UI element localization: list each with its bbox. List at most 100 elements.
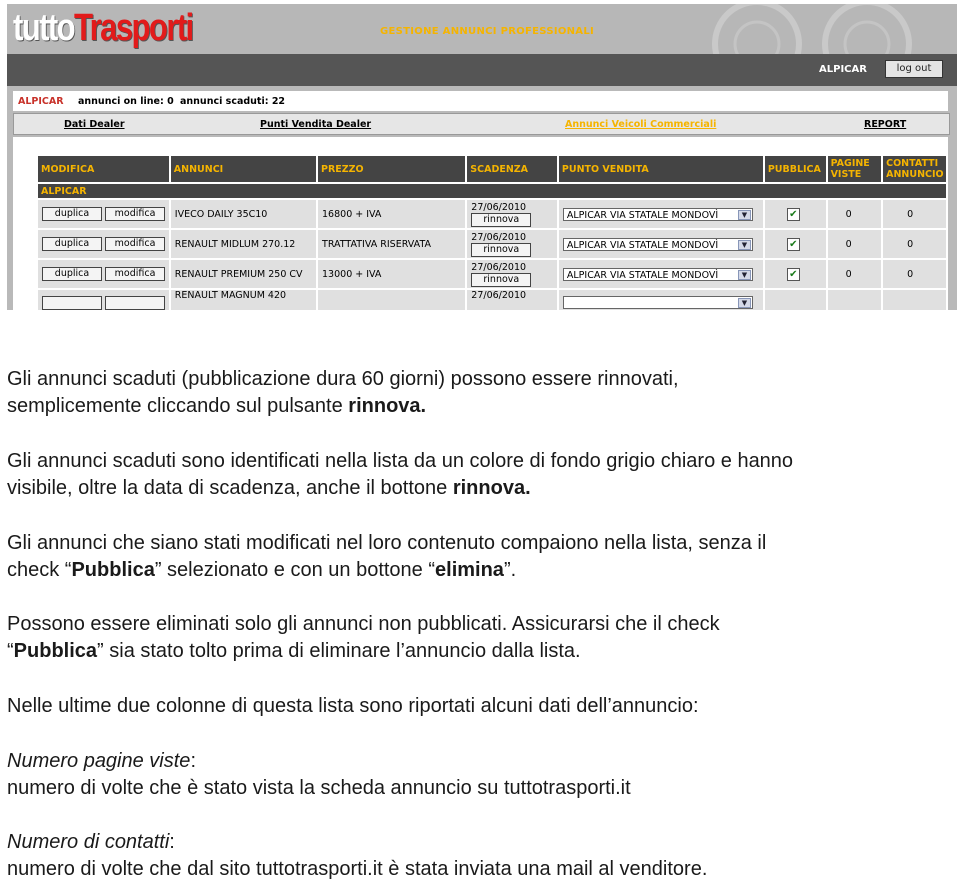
- rinnova-button[interactable]: rinnova: [471, 242, 532, 257]
- info-bar: ALPICAR annunci on line: 0 annunci scadu…: [13, 91, 948, 111]
- annuncio-cell: RENAULT PREMIUM 250 CV: [170, 260, 317, 288]
- text-line: Gli annunci che siano stati modificati n…: [7, 532, 767, 554]
- pubblica-cell: ✔: [764, 200, 826, 228]
- group-row: ALPICAR: [38, 184, 946, 198]
- punto-vendita-value: ALPICAR VIA STATALE MONDOVÌ: [566, 239, 719, 251]
- viste-cell: 0: [827, 260, 882, 288]
- paragraph-eliminati: Possono essere eliminati solo gli annunc…: [7, 611, 957, 665]
- col-scadenza: SCADENZA: [467, 156, 557, 182]
- chevron-down-icon: ▼: [737, 269, 751, 280]
- annuncio-cell: IVECO DAILY 35C10: [170, 200, 317, 228]
- punto-vendita-select[interactable]: ALPICAR VIA STATALE MONDOVÌ ▼: [562, 267, 753, 281]
- col-punto-vendita: PUNTO VENDITA: [558, 156, 763, 182]
- modifica-button[interactable]: modifica: [105, 207, 166, 221]
- paragraph-contatti: Numero di contatti: numero di volte che …: [7, 829, 957, 883]
- nav-dati-dealer[interactable]: Dati Dealer: [64, 119, 125, 130]
- text-line: visibile, oltre la data di scadenza, anc…: [7, 477, 453, 499]
- wheel-decoration-icon: [712, 4, 912, 54]
- contatti-cell: [883, 290, 946, 310]
- dealer-name: ALPICAR: [18, 96, 64, 107]
- text-line: check “: [7, 559, 72, 581]
- contatti-cell: 0: [883, 200, 946, 228]
- actions-cell: [38, 290, 169, 310]
- scadenza-cell: 27/06/2010: [467, 290, 557, 310]
- pubblica-cell: ✔: [764, 260, 826, 288]
- paragraph-colonne: Nelle ultime due colonne di questa lista…: [7, 693, 957, 720]
- punto-vendita-cell: ALPICAR VIA STATALE MONDOVÌ ▼: [558, 200, 763, 228]
- duplica-button[interactable]: duplica: [42, 267, 102, 281]
- scadenza-cell: 27/06/2010 rinnova: [467, 230, 557, 258]
- text-line: ”.: [503, 559, 517, 581]
- username: ALPICAR: [819, 64, 867, 75]
- user-bar: ALPICAR log out: [7, 54, 957, 86]
- prezzo-cell: 16800 + IVA: [318, 200, 466, 228]
- pubblica-checkbox[interactable]: ✔: [786, 267, 800, 281]
- paragraph-pagine-viste: Numero pagine viste: numero di volte che…: [7, 748, 957, 802]
- section-title: GESTIONE ANNUNCI PROFESSIONALI: [380, 26, 595, 37]
- text-line: :: [190, 750, 196, 772]
- chevron-down-icon: ▼: [737, 209, 751, 220]
- screenshot: tuttoTrasporti GESTIONE ANNUNCI PROFESSI…: [7, 4, 957, 310]
- nav-punti-vendita[interactable]: Punti Vendita Dealer: [260, 119, 371, 130]
- rinnova-button[interactable]: rinnova: [471, 272, 532, 287]
- text-line: numero di volte che è stato vista la sch…: [7, 777, 631, 799]
- modifica-button[interactable]: [105, 295, 166, 310]
- text-line: “: [7, 640, 14, 662]
- online-count: annunci on line: 0: [78, 96, 174, 107]
- pubblica-checkbox[interactable]: ✔: [786, 207, 800, 221]
- logout-button[interactable]: log out: [885, 60, 943, 78]
- paragraph-scaduti: Gli annunci scaduti sono identificati ne…: [7, 448, 957, 502]
- punto-vendita-value: ALPICAR VIA STATALE MONDOVÌ: [566, 269, 719, 281]
- pubblica-cell: [764, 290, 826, 310]
- punto-vendita-select[interactable]: ▼: [562, 296, 753, 309]
- bold-text: rinnova.: [452, 477, 531, 499]
- punto-vendita-select[interactable]: ALPICAR VIA STATALE MONDOVÌ ▼: [562, 237, 753, 251]
- modifica-button[interactable]: modifica: [105, 237, 166, 251]
- modifica-button[interactable]: modifica: [105, 267, 166, 281]
- table-header: MODIFICA ANNUNCI PREZZO SCADENZA PUNTO V…: [38, 156, 946, 182]
- prezzo-cell: TRATTATIVA RISERVATA: [318, 230, 466, 258]
- bold-text: Pubblica: [71, 559, 155, 581]
- pubblica-cell: ✔: [764, 230, 826, 258]
- text-line: Nelle ultime due colonne di questa lista…: [7, 695, 699, 717]
- punto-vendita-select[interactable]: ALPICAR VIA STATALE MONDOVÌ ▼: [562, 207, 753, 221]
- contatti-cell: 0: [883, 230, 946, 258]
- italic-label: Numero pagine viste: [7, 750, 191, 772]
- col-modifica: MODIFICA: [38, 156, 169, 182]
- duplica-button[interactable]: [42, 295, 102, 310]
- scadenza-date: 27/06/2010: [471, 231, 527, 243]
- punto-vendita-value: ALPICAR VIA STATALE MONDOVÌ: [566, 209, 719, 221]
- scadenza-date: 27/06/2010: [471, 261, 527, 273]
- col-prezzo: PREZZO: [318, 156, 466, 182]
- text-line: ” sia stato tolto prima di eliminare l’a…: [97, 640, 581, 662]
- annuncio-cell: RENAULT MIDLUM 270.12: [170, 230, 317, 258]
- duplica-button[interactable]: duplica: [42, 207, 102, 221]
- annuncio-cell: RENAULT MAGNUM 420: [170, 290, 317, 310]
- nav-report[interactable]: REPORT: [864, 119, 906, 130]
- col-annunci: ANNUNCI: [170, 156, 317, 182]
- paragraph-modificati: Gli annunci che siano stati modificati n…: [7, 530, 957, 584]
- text-line: semplicemente cliccando sul pulsante: [7, 395, 349, 417]
- viste-cell: 0: [827, 200, 882, 228]
- table-row: duplica modifica RENAULT PREMIUM 250 CV …: [38, 260, 946, 288]
- col-pubblica: PUBBLICA: [764, 156, 826, 182]
- punto-vendita-cell: ALPICAR VIA STATALE MONDOVÌ ▼: [558, 260, 763, 288]
- prezzo-cell: 13000 + IVA: [318, 260, 466, 288]
- bold-text: elimina: [435, 559, 504, 581]
- expired-count: annunci scaduti: 22: [180, 96, 286, 107]
- duplica-button[interactable]: duplica: [42, 237, 102, 251]
- text-line: Possono essere eliminati solo gli annunc…: [7, 613, 720, 635]
- col-contatti: CONTATTI ANNUNCIO: [883, 156, 946, 182]
- pubblica-checkbox[interactable]: ✔: [786, 237, 800, 251]
- punto-vendita-cell: ▼: [558, 290, 763, 310]
- actions-cell: duplica modifica: [38, 200, 169, 228]
- actions-cell: duplica modifica: [38, 230, 169, 258]
- nav-annunci-veicoli[interactable]: Annunci Veicoli Commerciali: [565, 119, 716, 130]
- top-bar: tuttoTrasporti GESTIONE ANNUNCI PROFESSI…: [7, 4, 957, 54]
- logo: tuttoTrasporti: [13, 7, 194, 49]
- table-row: duplica modifica RENAULT MIDLUM 270.12 T…: [38, 230, 946, 258]
- table-row: duplica modifica IVECO DAILY 35C10 16800…: [38, 200, 946, 228]
- scadenza-date: 27/06/2010: [471, 201, 527, 213]
- group-label: ALPICAR: [38, 184, 946, 198]
- rinnova-button[interactable]: rinnova: [471, 212, 532, 227]
